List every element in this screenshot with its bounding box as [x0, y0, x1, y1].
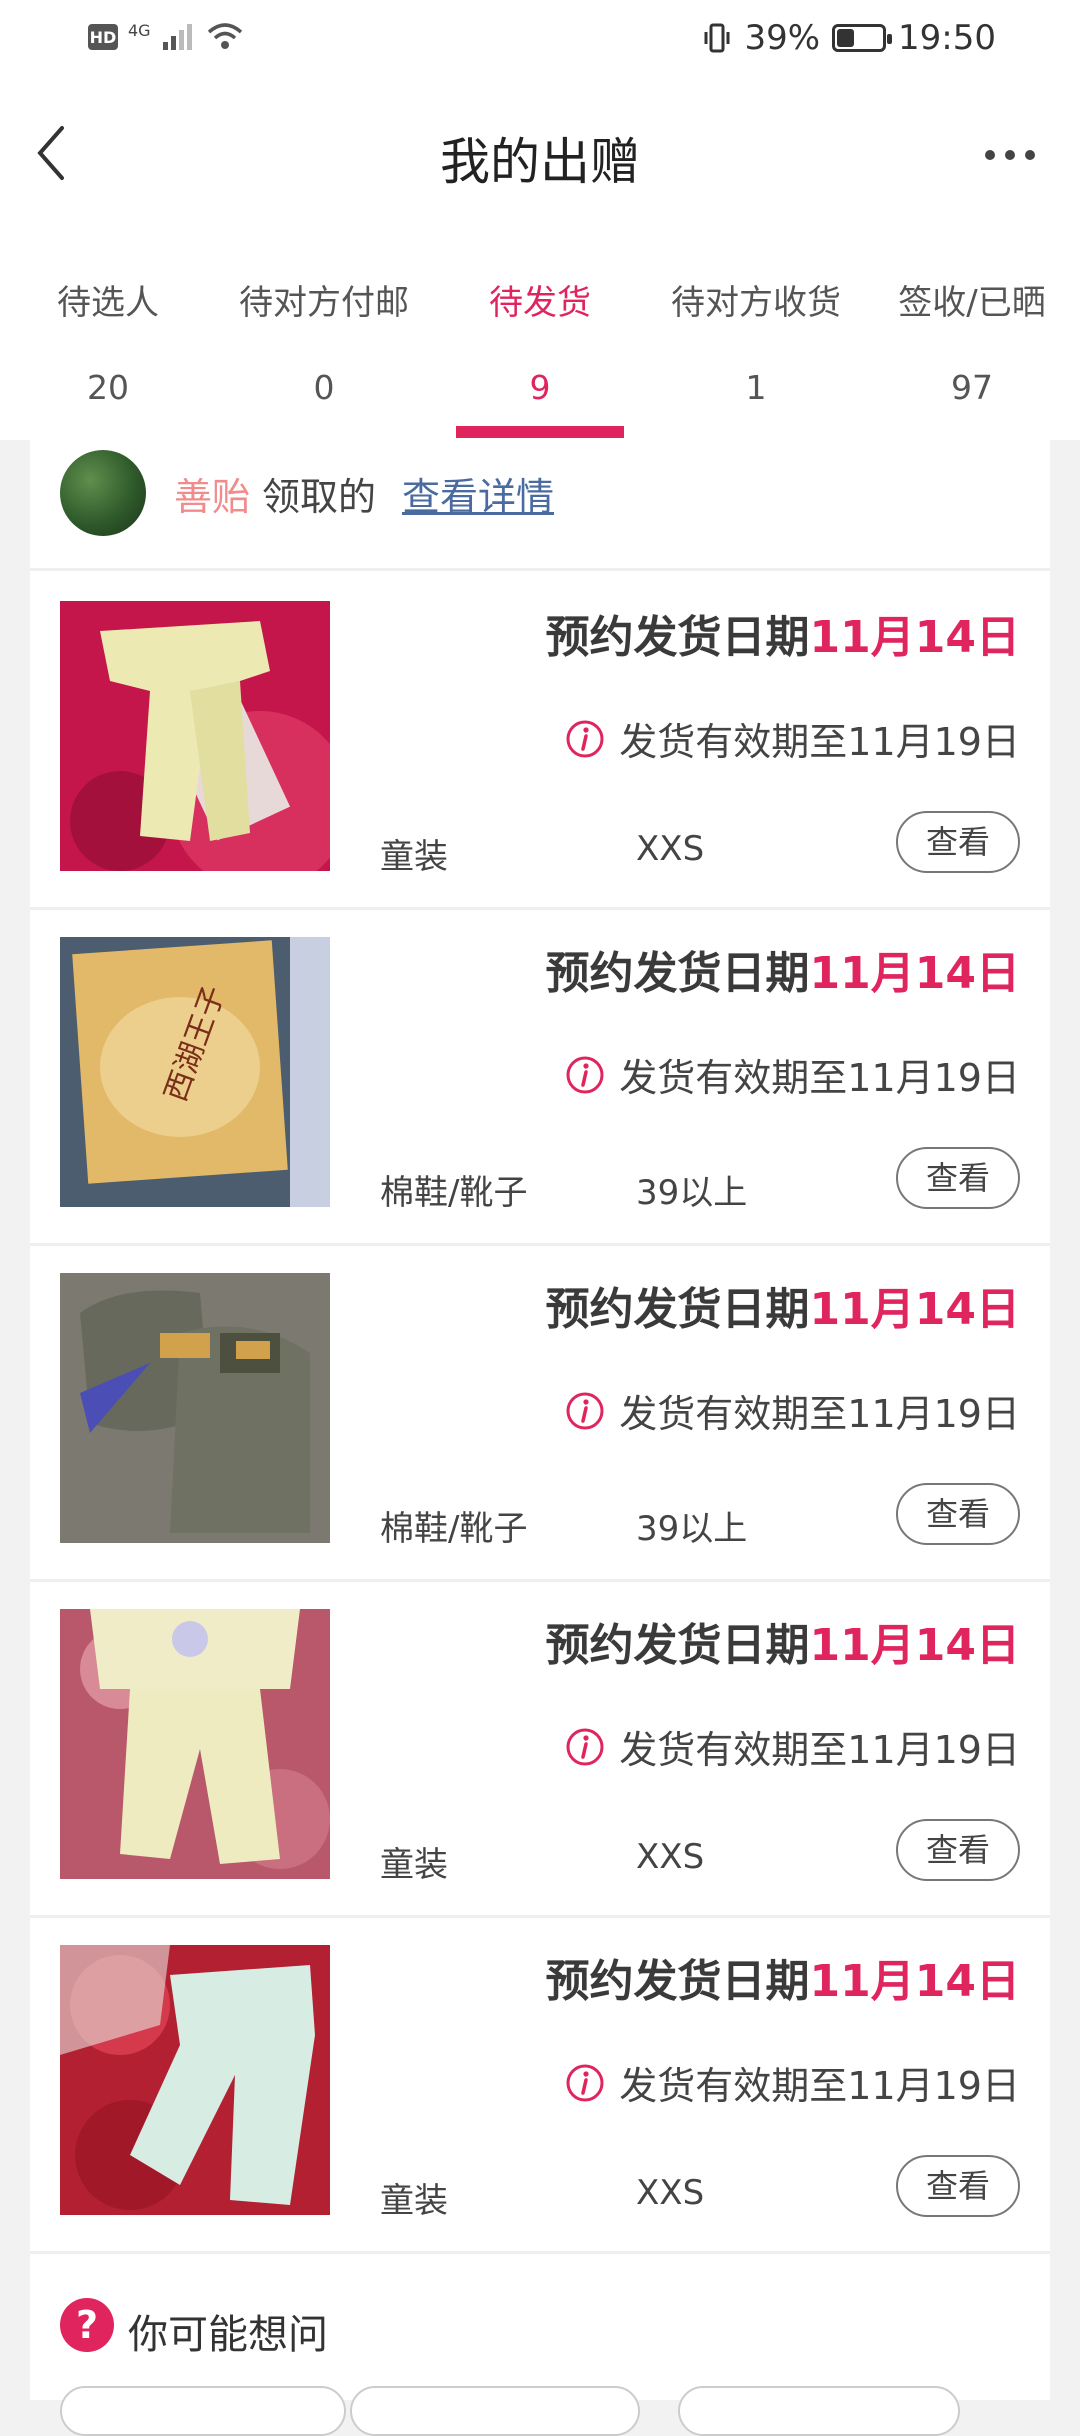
- item-photo[interactable]: [60, 601, 350, 891]
- shipment-item[interactable]: 预约发货日期11月14日 发货有效期至11月19日 童装 XXS 查看: [30, 571, 1050, 910]
- tab-count: 97: [951, 368, 993, 407]
- hd-badge: HD: [88, 24, 118, 50]
- validity-text: 发货有效期至11月19日: [619, 1392, 1020, 1436]
- item-photo[interactable]: 西湖王子: [60, 937, 330, 1207]
- donor-row: 善贻 领取的 查看详情: [30, 440, 1050, 571]
- item-category: 童装: [380, 1845, 448, 1885]
- app-header: 我的出赠: [0, 80, 1080, 230]
- ship-validity: 发货有效期至11月19日: [565, 711, 1020, 766]
- faq-chip[interactable]: [350, 2386, 640, 2436]
- tab-label: 待对方付邮: [239, 283, 409, 323]
- tab-count: 20: [87, 368, 129, 407]
- validity-text: 发货有效期至11月19日: [619, 2064, 1020, 2108]
- network-type: 4G: [128, 20, 151, 40]
- view-button[interactable]: 查看: [896, 811, 1020, 873]
- view-button[interactable]: 查看: [896, 1147, 1020, 1209]
- battery-percent: 39%: [744, 18, 821, 58]
- active-tab-indicator: [456, 426, 624, 438]
- shipment-card: 善贻 领取的 查看详情 预约发货日期11月14日 发货有效期至11月19日 童装…: [30, 440, 1050, 2436]
- ship-validity: 发货有效期至11月19日: [565, 2055, 1020, 2110]
- shipment-item[interactable]: 西湖王子 预约发货日期11月14日 发货有效期至11月19日 棉鞋/靴子 39以…: [30, 907, 1050, 1246]
- item-size: XXS: [636, 1837, 705, 1877]
- signal-icon: [162, 24, 192, 50]
- tab-label: 待发货: [489, 283, 591, 323]
- ship-date-value: 11月14日: [809, 1956, 1020, 2007]
- status-tabs: 待选人 20 待对方付邮 0 待发货 9 待对方收货 1 签收/已晒 97: [0, 230, 1080, 440]
- tab-count: 1: [745, 368, 767, 407]
- battery-level: [837, 29, 855, 47]
- tab-item[interactable]: 待选人 20: [0, 230, 216, 440]
- info-icon: [566, 720, 604, 757]
- item-category: 童装: [380, 2181, 448, 2221]
- validity-text: 发货有效期至11月19日: [619, 720, 1020, 764]
- item-photo[interactable]: [60, 1273, 330, 1543]
- shipment-item[interactable]: 预约发货日期11月14日 发货有效期至11月19日 童装 XXS 查看: [30, 1915, 1050, 2254]
- donor-action-text: 领取的: [262, 475, 377, 519]
- battery-icon: [832, 24, 893, 52]
- tab-label: 待对方收货: [671, 283, 841, 323]
- ship-validity: 发货有效期至11月19日: [565, 1047, 1020, 1102]
- view-details-link[interactable]: 查看详情: [402, 466, 554, 521]
- status-left: HD 4G: [88, 20, 245, 52]
- ship-date-value: 11月14日: [809, 1284, 1020, 1335]
- ship-date: 预约发货日期11月14日: [546, 1945, 1020, 2009]
- validity-text: 发货有效期至11月19日: [619, 1056, 1020, 1100]
- ship-date-value: 11月14日: [809, 948, 1020, 999]
- ship-date: 预约发货日期11月14日: [546, 1609, 1020, 1673]
- tab-label: 签收/已晒: [898, 283, 1046, 323]
- ship-date-label: 预约发货日期: [545, 1284, 810, 1335]
- info-icon: [566, 1392, 604, 1429]
- ship-date: 预约发货日期11月14日: [546, 601, 1020, 665]
- info-icon: [566, 2064, 604, 2101]
- tab-item[interactable]: 签收/已晒 97: [864, 230, 1080, 440]
- ship-date-label: 预约发货日期: [545, 612, 810, 663]
- tab-item[interactable]: 待发货 9: [432, 230, 648, 440]
- info-icon: [566, 1056, 604, 1093]
- wifi-icon: [207, 23, 242, 49]
- ship-date: 预约发货日期11月14日: [546, 1273, 1020, 1337]
- ship-date-label: 预约发货日期: [545, 948, 810, 999]
- more-options-icon[interactable]: [980, 140, 1040, 170]
- shipment-item[interactable]: 预约发货日期11月14日 发货有效期至11月19日 童装 XXS 查看: [30, 1579, 1050, 1918]
- view-button[interactable]: 查看: [896, 1819, 1020, 1881]
- shipment-item[interactable]: 预约发货日期11月14日 发货有效期至11月19日 棉鞋/靴子 39以上 查看: [30, 1243, 1050, 1582]
- tab-count: 9: [529, 368, 551, 407]
- ship-date-value: 11月14日: [809, 612, 1020, 663]
- item-size: 39以上: [636, 1173, 748, 1213]
- item-category: 棉鞋/靴子: [380, 1509, 528, 1549]
- donor-name: 善贻: [174, 475, 251, 519]
- page-title: 我的出赠: [440, 133, 640, 191]
- ship-validity: 发货有效期至11月19日: [565, 1383, 1020, 1438]
- tab-label: 待选人: [57, 283, 159, 323]
- faq-title: 你可能想问: [128, 2312, 328, 2358]
- item-size: XXS: [636, 2173, 705, 2213]
- view-button[interactable]: 查看: [896, 1483, 1020, 1545]
- item-photo[interactable]: [60, 1945, 330, 2215]
- item-size: 39以上: [636, 1509, 748, 1549]
- faq-section: ? 你可能想问: [30, 2258, 1050, 2436]
- faq-chip[interactable]: [678, 2386, 960, 2436]
- tab-item[interactable]: 待对方付邮 0: [216, 230, 432, 440]
- status-bar: HD 4G 39% 19:50: [0, 0, 1080, 80]
- faq-chip[interactable]: [60, 2386, 346, 2436]
- tab-item[interactable]: 待对方收货 1: [648, 230, 864, 440]
- ship-date: 预约发货日期11月14日: [546, 937, 1020, 1001]
- view-button[interactable]: 查看: [896, 2155, 1020, 2217]
- clock: 19:50: [898, 18, 996, 58]
- item-size: XXS: [636, 829, 705, 869]
- item-photo[interactable]: [60, 1609, 330, 1879]
- vibrate-icon: [704, 23, 730, 53]
- ship-date-value: 11月14日: [809, 1620, 1020, 1671]
- status-right: 39% 19:50: [702, 18, 996, 58]
- ship-date-label: 预约发货日期: [545, 1956, 810, 2007]
- tab-count: 0: [313, 368, 335, 407]
- ship-date-label: 预约发货日期: [545, 1620, 810, 1671]
- info-icon: [566, 1728, 604, 1765]
- avatar: [60, 450, 146, 536]
- item-category: 棉鞋/靴子: [380, 1173, 528, 1213]
- validity-text: 发货有效期至11月19日: [619, 1728, 1020, 1772]
- ship-validity: 发货有效期至11月19日: [565, 1719, 1020, 1774]
- item-category: 童装: [380, 837, 448, 877]
- question-icon: ?: [60, 2298, 114, 2352]
